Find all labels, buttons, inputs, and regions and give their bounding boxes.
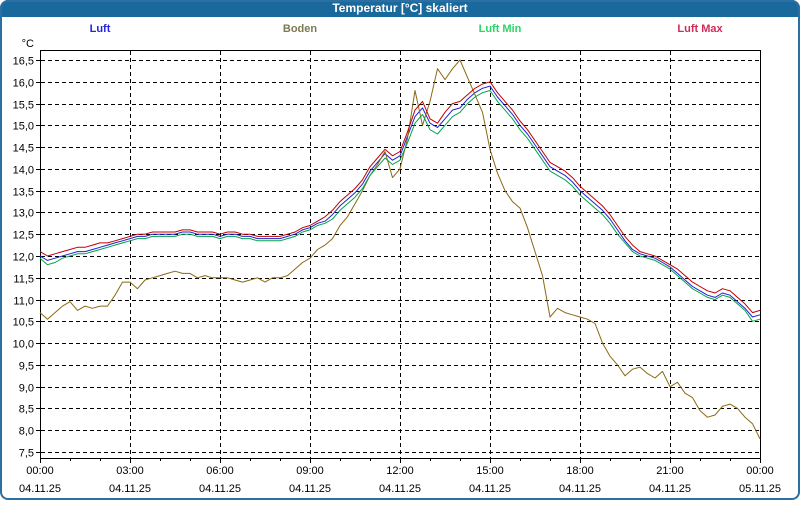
y-tick-label: 15,5 bbox=[13, 100, 34, 112]
x-tick-time-label: 12:00 bbox=[386, 465, 414, 477]
y-tick-label: 9,5 bbox=[19, 361, 34, 373]
y-tick-label: 11,0 bbox=[13, 296, 34, 308]
y-tick-label: 11,5 bbox=[13, 274, 34, 286]
x-tick-time-label: 21:00 bbox=[656, 465, 684, 477]
x-tick-date-label: 04.11.25 bbox=[289, 483, 331, 495]
y-tick-label: 8,0 bbox=[19, 426, 34, 438]
x-tick-time-label: 15:00 bbox=[476, 465, 504, 477]
y-tick-label: 12,5 bbox=[13, 230, 34, 242]
x-tick-date-label: 04.11.25 bbox=[109, 483, 151, 495]
legend-item-luft-max: Luft Max bbox=[677, 23, 723, 35]
x-tick-date-label: 04.11.25 bbox=[469, 483, 511, 495]
y-tick-label: 10,5 bbox=[13, 317, 34, 329]
x-tick-time-label: 03:00 bbox=[116, 465, 144, 477]
y-tick-label: 13,0 bbox=[13, 208, 34, 220]
legend-item-luft-min: Luft Min bbox=[478, 23, 522, 35]
x-tick-date-label: 04.11.25 bbox=[649, 483, 691, 495]
legend-item-luft: Luft bbox=[89, 23, 111, 35]
y-tick-label: 8,5 bbox=[19, 404, 34, 416]
y-tick-label: 15,0 bbox=[13, 121, 34, 133]
window-titlebar: Temperatur [°C] skaliert bbox=[0, 0, 800, 17]
x-tick-date-label: 04.11.25 bbox=[199, 483, 241, 495]
y-tick-label: 14,5 bbox=[13, 143, 34, 155]
y-tick-label: 14,0 bbox=[13, 165, 34, 177]
y-tick-label: 9,0 bbox=[19, 383, 34, 395]
temperature-line-chart: 16,5 16,0 15,5 15,0 14,5 14,0 13,5 13,0 12,5 12,0… bbox=[13, 38, 781, 495]
app-window: Temperatur [°C] skaliert Luft Boden Luft… bbox=[0, 0, 800, 500]
x-tick-date-label: 05.11.25 bbox=[739, 483, 781, 495]
chart-plot-area: 16,5 16,0 15,5 15,0 14,5 14,0 13,5 13,0 12,5 12,0… bbox=[0, 0, 800, 500]
y-tick-label: 7,5 bbox=[19, 448, 34, 460]
window-title: Temperatur [°C] skaliert bbox=[332, 1, 468, 15]
x-tick-time-label: 06:00 bbox=[206, 465, 234, 477]
chart-legend: Luft Boden Luft Min Luft Max bbox=[0, 17, 800, 41]
legend-item-boden: Boden bbox=[282, 23, 318, 35]
y-tick-label: 16,0 bbox=[13, 78, 34, 90]
x-tick-time-label: 18:00 bbox=[566, 465, 594, 477]
y-tick-label: 16,5 bbox=[13, 56, 34, 68]
x-tick-time-label: 09:00 bbox=[296, 465, 324, 477]
x-tick-date-label: 04.11.25 bbox=[379, 483, 421, 495]
x-tick-date-label: 04.11.25 bbox=[559, 483, 601, 495]
x-tick-time-label: 00:00 bbox=[26, 465, 54, 477]
y-tick-label: 12,0 bbox=[13, 252, 34, 264]
x-tick-date-label: 04.11.25 bbox=[19, 483, 61, 495]
x-tick-time-label: 00:00 bbox=[746, 465, 774, 477]
y-tick-label: 10,0 bbox=[13, 339, 34, 351]
y-tick-label: 13,5 bbox=[13, 187, 34, 199]
